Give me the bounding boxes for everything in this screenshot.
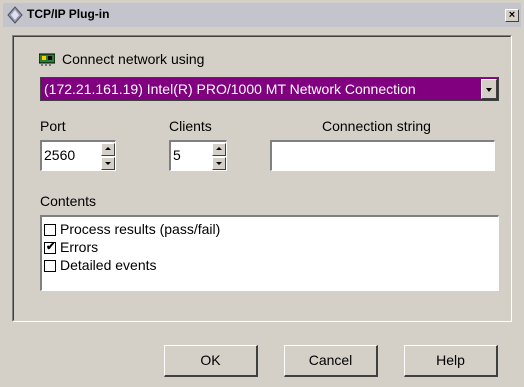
network-card-icon	[39, 53, 55, 66]
cancel-button[interactable]: Cancel	[284, 345, 378, 377]
port-label: Port	[40, 118, 66, 134]
ok-button[interactable]: OK	[164, 345, 258, 377]
clients-input[interactable]	[173, 147, 203, 163]
dropdown-button[interactable]	[481, 79, 497, 99]
title-bar[interactable]: TCP/IP Plug-in ×	[3, 3, 521, 27]
connection-string-input[interactable]	[274, 147, 484, 163]
contents-label: Contents	[40, 193, 97, 209]
checkbox-label: Process results (pass/fail)	[60, 221, 221, 237]
arrow-up-icon	[105, 147, 111, 150]
arrow-up-icon	[216, 147, 222, 150]
checkbox[interactable]	[44, 224, 56, 236]
checkbox-label: Detailed events	[60, 257, 157, 273]
tcpip-plugin-dialog: TCP/IP Plug-in × Connect network using (…	[0, 0, 524, 387]
port-spin-down-button[interactable]	[101, 157, 115, 170]
network-adapter-select[interactable]: (172.21.161.19) Intel(R) PRO/1000 MT Net…	[40, 77, 499, 101]
port-spin-up-button[interactable]	[101, 143, 115, 156]
clients-spin-down-button[interactable]	[212, 157, 226, 170]
port-spinner[interactable]	[101, 143, 115, 170]
plugin-diamond-icon	[7, 6, 23, 24]
port-field[interactable]	[40, 140, 116, 171]
port-input[interactable]	[44, 147, 84, 163]
connect-network-label: Connect network using	[62, 51, 205, 67]
window-title: TCP/IP Plug-in	[27, 7, 110, 21]
check-icon: ✔	[46, 241, 56, 253]
arrow-down-icon	[216, 162, 222, 165]
checkbox-label: Errors	[60, 239, 99, 255]
chevron-down-icon	[486, 88, 492, 92]
checkbox[interactable]: ✔	[44, 241, 56, 254]
arrow-down-icon	[105, 162, 111, 165]
contents-list[interactable]: Process results (pass/fail) ✔ Errors Det…	[40, 215, 499, 291]
help-button[interactable]: Help	[404, 345, 498, 377]
clients-spin-up-button[interactable]	[212, 143, 226, 156]
checkbox[interactable]	[44, 260, 56, 272]
clients-field[interactable]	[169, 140, 227, 171]
connection-string-field[interactable]	[270, 140, 495, 171]
close-button[interactable]: ×	[505, 9, 519, 22]
network-adapter-value: (172.21.161.19) Intel(R) PRO/1000 MT Net…	[44, 81, 416, 97]
close-icon: ×	[508, 9, 516, 21]
clients-label: Clients	[169, 118, 212, 134]
clients-spinner[interactable]	[212, 143, 226, 170]
connection-string-label: Connection string	[322, 118, 431, 134]
